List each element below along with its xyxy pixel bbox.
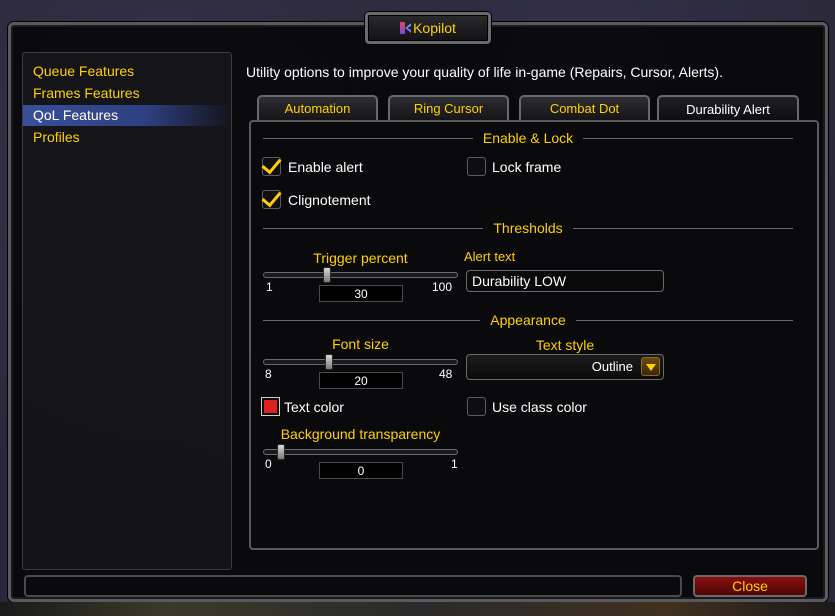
text-color-label: Text color (284, 399, 344, 415)
tab-ring-cursor[interactable]: Ring Cursor (388, 95, 509, 120)
section-appearance: Appearance (263, 312, 794, 328)
section-title: Appearance (490, 312, 566, 328)
divider (572, 227, 794, 229)
trigger-percent-min: 1 (266, 280, 273, 294)
sidebar-item-frames-features[interactable]: Frames Features (23, 83, 231, 104)
sidebar-item-queue-features[interactable]: Queue Features (23, 61, 231, 82)
sidebar-item-qol-features[interactable]: QoL Features (23, 105, 231, 126)
tab-durability-alert[interactable]: Durability Alert (657, 95, 799, 122)
trigger-percent-slider[interactable] (263, 272, 458, 278)
font-size-slider[interactable] (263, 359, 458, 365)
divider (263, 137, 473, 139)
section-enable-lock: Enable & Lock (263, 130, 794, 146)
trigger-percent-max: 100 (432, 280, 453, 294)
font-size-max: 48 (439, 367, 453, 381)
clignotement-checkbox[interactable] (262, 190, 281, 209)
divider (583, 137, 794, 139)
tab-automation[interactable]: Automation (257, 95, 378, 120)
use-class-color-label: Use class color (492, 399, 587, 415)
text-style-label: Text style (535, 337, 595, 353)
background-transparency-max: 1 (451, 457, 458, 471)
text-style-value: Outline (591, 359, 633, 374)
window-title: Kopilot (413, 20, 456, 36)
sidebar: Queue Features Frames Features QoL Featu… (22, 52, 232, 570)
page-description: Utility options to improve your quality … (246, 64, 723, 80)
alert-text-input[interactable]: Durability LOW (466, 270, 664, 292)
tab-combat-dot[interactable]: Combat Dot (519, 95, 650, 120)
status-bar (24, 575, 682, 597)
clignotement-label: Clignotement (288, 192, 371, 208)
section-thresholds: Thresholds (263, 220, 794, 236)
enable-alert-checkbox[interactable] (262, 157, 281, 176)
font-size-slider-thumb[interactable] (325, 354, 333, 370)
background-transparency-slider-thumb[interactable] (277, 444, 285, 460)
trigger-percent-value[interactable]: 30 (319, 285, 403, 302)
font-size-title: Font size (332, 336, 389, 352)
sidebar-item-profiles[interactable]: Profiles (23, 127, 231, 148)
background-transparency-value[interactable]: 0 (319, 462, 403, 479)
font-size-value[interactable]: 20 (319, 372, 403, 389)
tab-content-panel (249, 120, 819, 550)
alert-text-label: Alert text (464, 249, 516, 264)
divider (575, 319, 794, 321)
lock-frame-checkbox[interactable] (467, 157, 486, 176)
game-action-bar (0, 602, 835, 616)
section-title: Thresholds (493, 220, 563, 236)
chevron-down-icon[interactable] (641, 357, 660, 376)
background-transparency-min: 0 (265, 457, 272, 471)
font-size-min: 8 (265, 367, 272, 381)
trigger-percent-title: Trigger percent (313, 250, 408, 266)
divider (263, 319, 481, 321)
enable-alert-label: Enable alert (288, 159, 363, 175)
divider (263, 227, 484, 229)
lock-frame-label: Lock frame (492, 159, 562, 175)
background-transparency-slider[interactable] (263, 449, 458, 455)
section-title: Enable & Lock (482, 130, 574, 146)
background-transparency-title: Background transparency (280, 426, 441, 442)
kopilot-logo-icon (400, 22, 411, 34)
use-class-color-checkbox[interactable] (467, 397, 486, 416)
trigger-percent-slider-thumb[interactable] (323, 267, 331, 283)
text-color-swatch[interactable] (261, 397, 280, 416)
title-plate: Kopilot (365, 12, 491, 44)
text-style-dropdown[interactable]: Outline (466, 354, 664, 380)
close-button[interactable]: Close (693, 575, 807, 597)
